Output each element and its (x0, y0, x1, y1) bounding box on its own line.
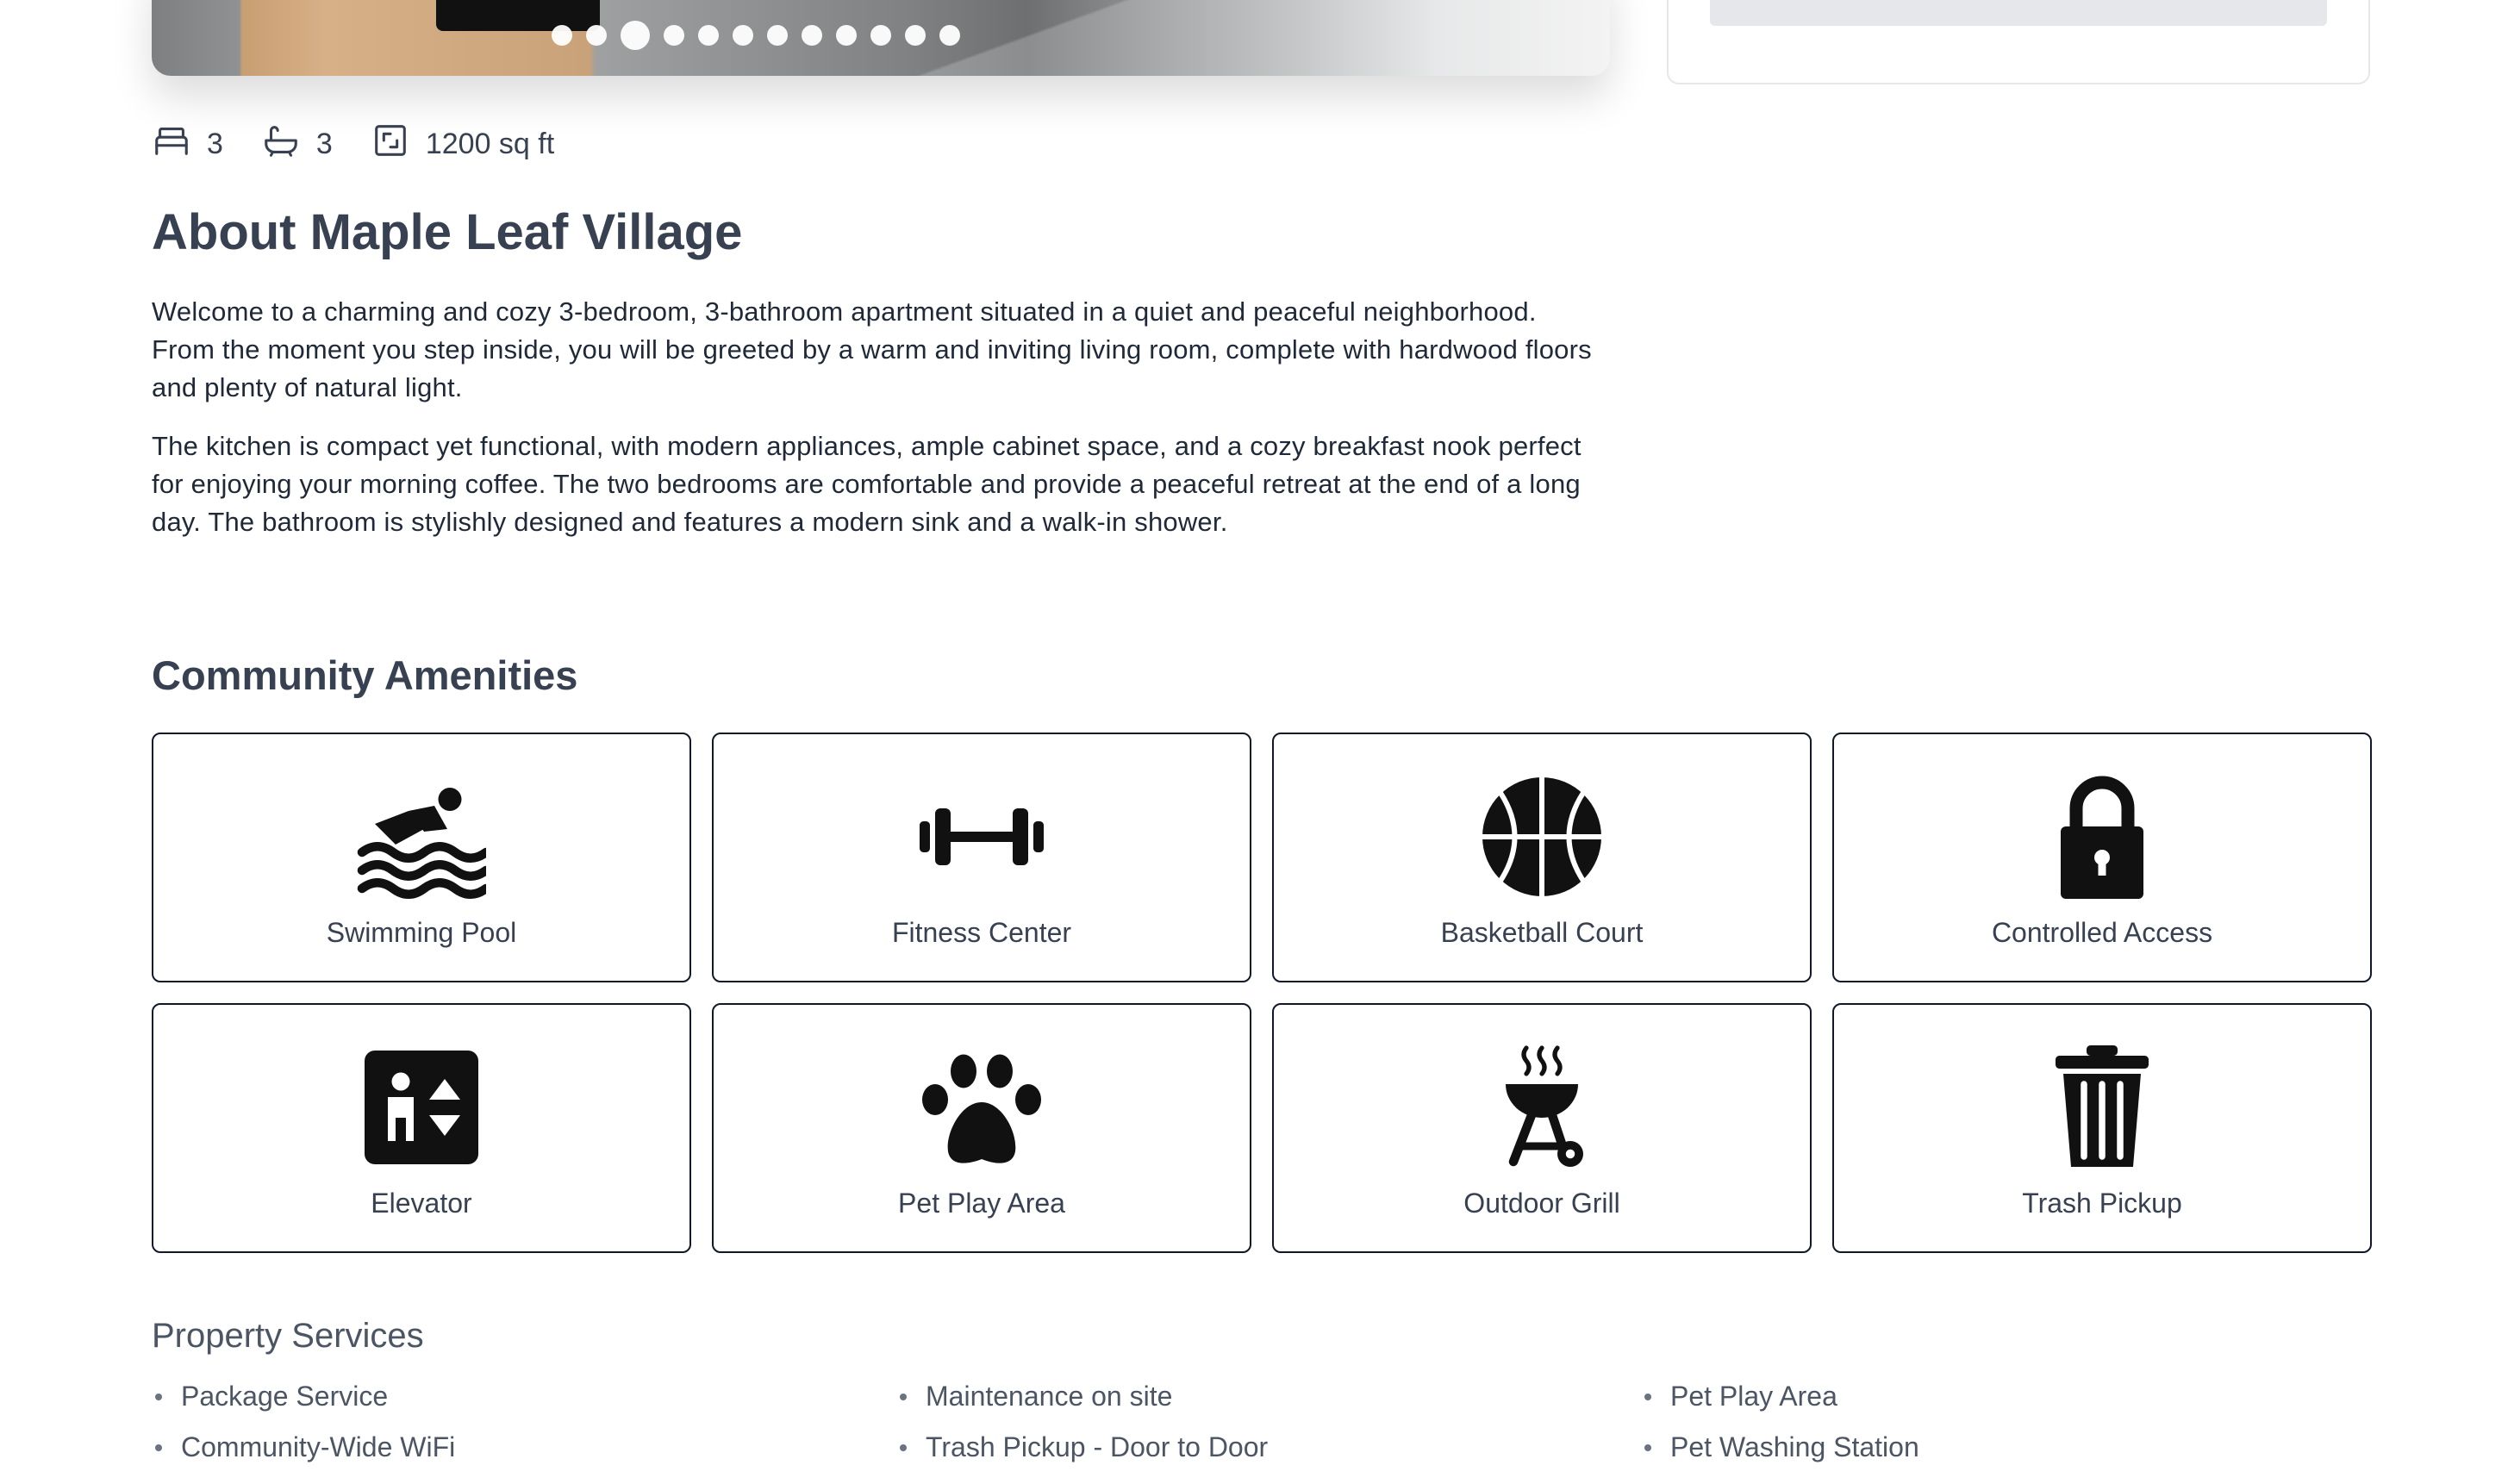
gallery-dot-12[interactable] (939, 25, 960, 46)
list-item: Pet Play Area (1641, 1381, 2386, 1412)
gallery-dot-11[interactable] (905, 25, 926, 46)
dumbbell-icon (920, 808, 1044, 865)
area-icon (371, 121, 410, 168)
list-item: Package Service (152, 1381, 896, 1412)
list-item: Maintenance on site (896, 1381, 1641, 1412)
bullet-icon (155, 1443, 162, 1451)
trash-icon (2056, 1045, 2149, 1167)
amenity-card: Controlled Access (1832, 733, 2372, 982)
amenity-card: Basketball Court (1272, 733, 1812, 982)
bullet-icon (1644, 1443, 1651, 1451)
unit-stats: 3 3 1200 sq ft (152, 121, 554, 168)
bed-icon (152, 121, 191, 168)
paw-icon (922, 1054, 1041, 1163)
amenity-card: Swimming Pool (152, 733, 691, 982)
gallery-dot-2[interactable] (586, 25, 607, 46)
area-stat: 1200 sq ft (371, 121, 554, 168)
amenity-label: Fitness Center (891, 917, 1072, 948)
gallery-dot-7[interactable] (767, 25, 788, 46)
amenity-card: Outdoor Grill (1272, 1003, 1812, 1253)
baths-stat: 3 (261, 121, 333, 168)
list-item: Trash Pickup - Door to Door (896, 1431, 1641, 1463)
lock-icon (2061, 776, 2143, 899)
service-label: Package Service (181, 1381, 389, 1412)
bullet-icon (155, 1393, 162, 1400)
bathtub-icon (261, 121, 301, 168)
bullet-icon (900, 1443, 907, 1451)
baths-count: 3 (315, 128, 333, 160)
swimmer-icon (357, 788, 486, 899)
services-title: Property Services (152, 1317, 424, 1355)
amenities-grid: Swimming Pool Fitness Center Basketball … (152, 733, 2372, 1253)
gallery-dot-4[interactable] (664, 25, 684, 46)
amenity-label: Swimming Pool (326, 917, 517, 948)
service-label: Maintenance on site (926, 1381, 1173, 1412)
amenity-card: Pet Play Area (712, 1003, 1251, 1253)
gallery-dot-10[interactable] (870, 25, 891, 46)
service-label: Pet Washing Station (1670, 1431, 1919, 1462)
about-paragraph-1: Welcome to a charming and cozy 3-bedroom… (152, 296, 1592, 402)
gallery-dot-6[interactable] (733, 25, 753, 46)
service-label: Pet Play Area (1670, 1381, 1837, 1412)
gallery-pagination (152, 21, 1610, 50)
basketball-icon (1482, 777, 1601, 896)
elevator-icon (365, 1051, 478, 1164)
contact-button[interactable] (1710, 0, 2327, 26)
about-paragraph-2: The kitchen is compact yet functional, w… (152, 431, 1582, 537)
bullet-icon (900, 1393, 907, 1400)
photo-gallery[interactable] (152, 0, 1610, 76)
amenities-title: Community Amenities (152, 652, 578, 698)
gallery-dot-9[interactable] (836, 25, 857, 46)
gallery-dot-3[interactable] (621, 21, 650, 50)
amenity-card: Elevator (152, 1003, 691, 1253)
amenity-card: Fitness Center (712, 733, 1251, 982)
contact-card (1667, 0, 2370, 84)
amenity-label: Outdoor Grill (1463, 1188, 1620, 1219)
area-value: 1200 sq ft (425, 128, 555, 160)
amenity-label: Controlled Access (1991, 917, 2213, 948)
beds-count: 3 (207, 128, 223, 160)
list-item: Pet Washing Station (1641, 1431, 2386, 1463)
amenity-card: Trash Pickup (1832, 1003, 2372, 1253)
beds-stat: 3 (152, 121, 223, 168)
grill-icon (1506, 1045, 1583, 1167)
about-description: Welcome to a charming and cozy 3-bedroom… (152, 293, 1600, 562)
amenity-label: Elevator (371, 1188, 472, 1219)
services-list: Package Service Maintenance on site Pet … (152, 1381, 2393, 1463)
service-label: Trash Pickup - Door to Door (926, 1431, 1269, 1462)
amenity-label: Trash Pickup (2022, 1188, 2182, 1219)
bullet-icon (1644, 1393, 1651, 1400)
list-item: Community-Wide WiFi (152, 1431, 896, 1463)
service-label: Community-Wide WiFi (181, 1431, 456, 1462)
gallery-dot-1[interactable] (552, 25, 572, 46)
amenity-label: Pet Play Area (898, 1188, 1065, 1219)
gallery-dot-5[interactable] (698, 25, 719, 46)
about-title: About Maple Leaf Village (152, 204, 743, 260)
amenity-label: Basketball Court (1440, 917, 1644, 948)
gallery-dot-8[interactable] (802, 25, 822, 46)
